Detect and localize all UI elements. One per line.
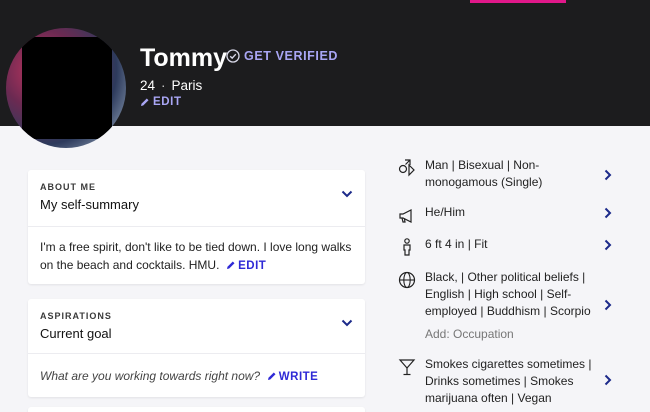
gender-shapes-icon bbox=[398, 159, 415, 177]
edit-summary-button[interactable]: EDIT bbox=[226, 260, 266, 272]
separator-dot: · bbox=[161, 78, 166, 93]
detail-identity[interactable]: Man | Bisexual | Non-monogamous (Single) bbox=[396, 157, 628, 191]
chevron-right-icon[interactable] bbox=[604, 374, 612, 386]
chevron-right-icon[interactable] bbox=[604, 169, 612, 181]
body-text: 6 ft 4 in | Fit bbox=[425, 237, 488, 251]
about-me-card: ABOUT ME My self-summary I'm a free spir… bbox=[28, 170, 365, 284]
edit-summary-label: EDIT bbox=[238, 260, 267, 272]
chevron-right-icon[interactable] bbox=[604, 239, 612, 251]
chevron-down-icon[interactable] bbox=[341, 319, 353, 327]
profile-header: Tommy GET VERIFIED 24 · Paris EDIT bbox=[0, 0, 650, 148]
pencil-icon bbox=[141, 98, 149, 106]
about-me-label: ABOUT ME bbox=[40, 182, 96, 192]
pencil-icon bbox=[227, 261, 235, 269]
person-icon bbox=[403, 238, 411, 256]
pencil-icon bbox=[267, 372, 276, 380]
pink-accent-bar[interactable] bbox=[470, 0, 566, 3]
background-text: Black, | Other political beliefs | Engli… bbox=[425, 269, 597, 343]
about-me-header[interactable]: ABOUT ME My self-summary bbox=[28, 170, 365, 227]
detail-pronouns[interactable]: He/Him bbox=[396, 204, 628, 225]
chevron-right-icon[interactable] bbox=[604, 207, 612, 219]
chevron-down-icon[interactable] bbox=[341, 190, 353, 198]
aspirations-card: ASPIRATIONS Current goal What are you wo… bbox=[28, 299, 365, 397]
get-verified-label: GET VERIFIED bbox=[244, 49, 339, 63]
megaphone-icon bbox=[399, 209, 412, 223]
background-values: Black, | Other political beliefs | Engli… bbox=[425, 270, 591, 318]
add-occupation-link[interactable]: Add: Occupation bbox=[425, 326, 597, 343]
profile-city: Paris bbox=[171, 78, 203, 93]
age-location: 24 · Paris bbox=[140, 78, 202, 93]
cocktail-glass-icon bbox=[398, 359, 416, 376]
identity-text: Man | Bisexual | Non-monogamous (Single) bbox=[425, 158, 543, 189]
pronouns-text: He/Him bbox=[425, 205, 466, 219]
about-me-body: I'm a free spirit, don't like to be tied… bbox=[28, 227, 365, 275]
about-me-title: My self-summary bbox=[40, 197, 139, 212]
chevron-right-icon[interactable] bbox=[604, 299, 612, 311]
profile-name: Tommy bbox=[140, 44, 228, 72]
detail-body[interactable]: 6 ft 4 in | Fit bbox=[396, 236, 628, 257]
avatar-redaction bbox=[22, 37, 112, 139]
globe-icon bbox=[398, 271, 416, 289]
detail-background[interactable]: Black, | Other political beliefs | Engli… bbox=[396, 269, 628, 343]
goal-prompt: What are you working towards right now? bbox=[40, 369, 261, 383]
aspirations-body: What are you working towards right now? … bbox=[28, 354, 365, 386]
profile-age: 24 bbox=[140, 78, 156, 93]
aspirations-title: Current goal bbox=[40, 326, 112, 341]
next-card-edge bbox=[28, 407, 365, 412]
write-goal-button[interactable]: WRITE bbox=[267, 371, 319, 383]
check-circle-icon bbox=[226, 49, 240, 63]
edit-profile-button[interactable]: EDIT bbox=[140, 96, 182, 108]
avatar[interactable] bbox=[6, 28, 126, 148]
detail-habits[interactable]: Smokes cigarettes sometimes | Drinks som… bbox=[396, 356, 628, 407]
habits-text: Smokes cigarettes sometimes | Drinks som… bbox=[425, 357, 592, 405]
self-summary-text: I'm a free spirit, don't like to be tied… bbox=[40, 240, 352, 272]
aspirations-label: ASPIRATIONS bbox=[40, 311, 112, 321]
edit-profile-label: EDIT bbox=[153, 96, 182, 108]
write-goal-label: WRITE bbox=[278, 371, 319, 383]
get-verified-button[interactable]: GET VERIFIED bbox=[226, 49, 338, 63]
aspirations-header[interactable]: ASPIRATIONS Current goal bbox=[28, 299, 365, 354]
